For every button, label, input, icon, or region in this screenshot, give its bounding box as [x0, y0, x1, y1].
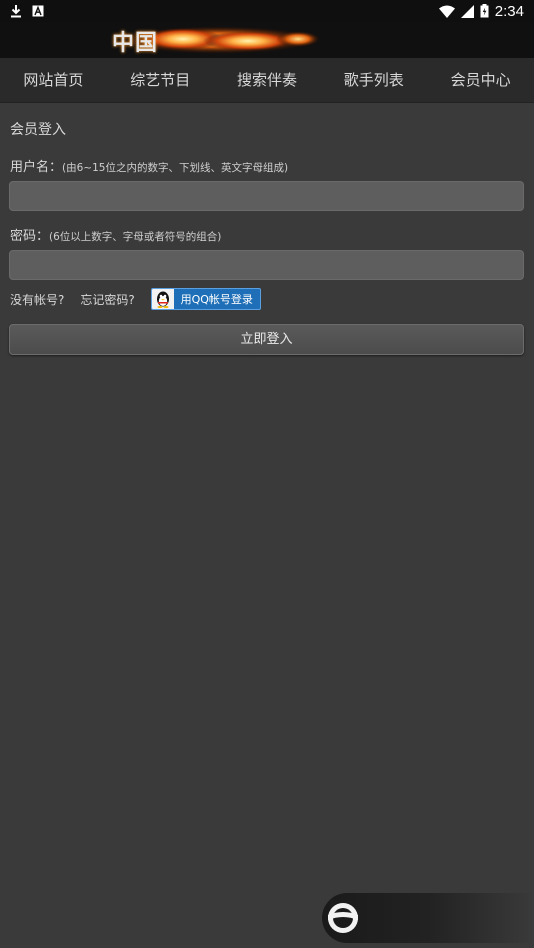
status-bar: 2:34: [0, 0, 534, 22]
login-submit-button[interactable]: 立即登入: [9, 324, 524, 355]
qq-login-label: 用QQ帐号登录: [180, 293, 253, 306]
nav-item-search-accompaniment[interactable]: 搜索伴奏: [214, 58, 321, 102]
floating-assistant-widget[interactable]: [322, 893, 534, 943]
site-logo[interactable]: 中国: [108, 24, 323, 56]
nav-item-member-center[interactable]: 会员中心: [427, 58, 534, 102]
username-hint: (由6~15位之内的数字、下划线、英文字母组成): [62, 162, 289, 174]
site-header: 中国: [0, 22, 534, 58]
status-time: 2:34: [494, 2, 524, 20]
login-title: 会员登入: [10, 122, 66, 138]
nav-item-singer-list[interactable]: 歌手列表: [320, 58, 427, 102]
nav-item-home[interactable]: 网站首页: [0, 58, 107, 102]
a-notification-icon: [32, 5, 44, 17]
nav-item-variety-shows[interactable]: 综艺节目: [107, 58, 214, 102]
signal-icon: [460, 4, 474, 18]
password-hint: (6位以上数字、字母或者符号的组合): [49, 231, 222, 243]
logo-text: 中国: [112, 30, 159, 56]
password-input[interactable]: [9, 250, 524, 280]
username-label-row: 用户名：(由6~15位之内的数字、下划线、英文字母组成): [10, 156, 288, 175]
register-link[interactable]: 没有帐号?: [10, 291, 64, 308]
password-label: 密码：: [10, 229, 50, 244]
main-nav: 网站首页 综艺节目 搜索伴奏 歌手列表 会员中心: [0, 58, 534, 103]
status-bar-right: 2:34: [438, 2, 524, 20]
username-label: 用户名：: [10, 160, 63, 175]
password-label-row: 密码：(6位以上数字、字母或者符号的组合): [10, 225, 221, 244]
download-icon: [11, 5, 21, 18]
floating-logo-icon: [328, 903, 358, 933]
status-bar-left: [10, 4, 44, 18]
forgot-password-link[interactable]: 忘记密码?: [80, 291, 134, 308]
login-links-row: 没有帐号? 忘记密码? 用QQ帐号登录: [10, 288, 261, 310]
qq-penguin-icon: [151, 289, 174, 309]
wifi-icon: [438, 5, 455, 18]
battery-icon: [480, 4, 489, 18]
qq-login-button[interactable]: 用QQ帐号登录: [150, 288, 261, 310]
username-input[interactable]: [9, 181, 524, 211]
